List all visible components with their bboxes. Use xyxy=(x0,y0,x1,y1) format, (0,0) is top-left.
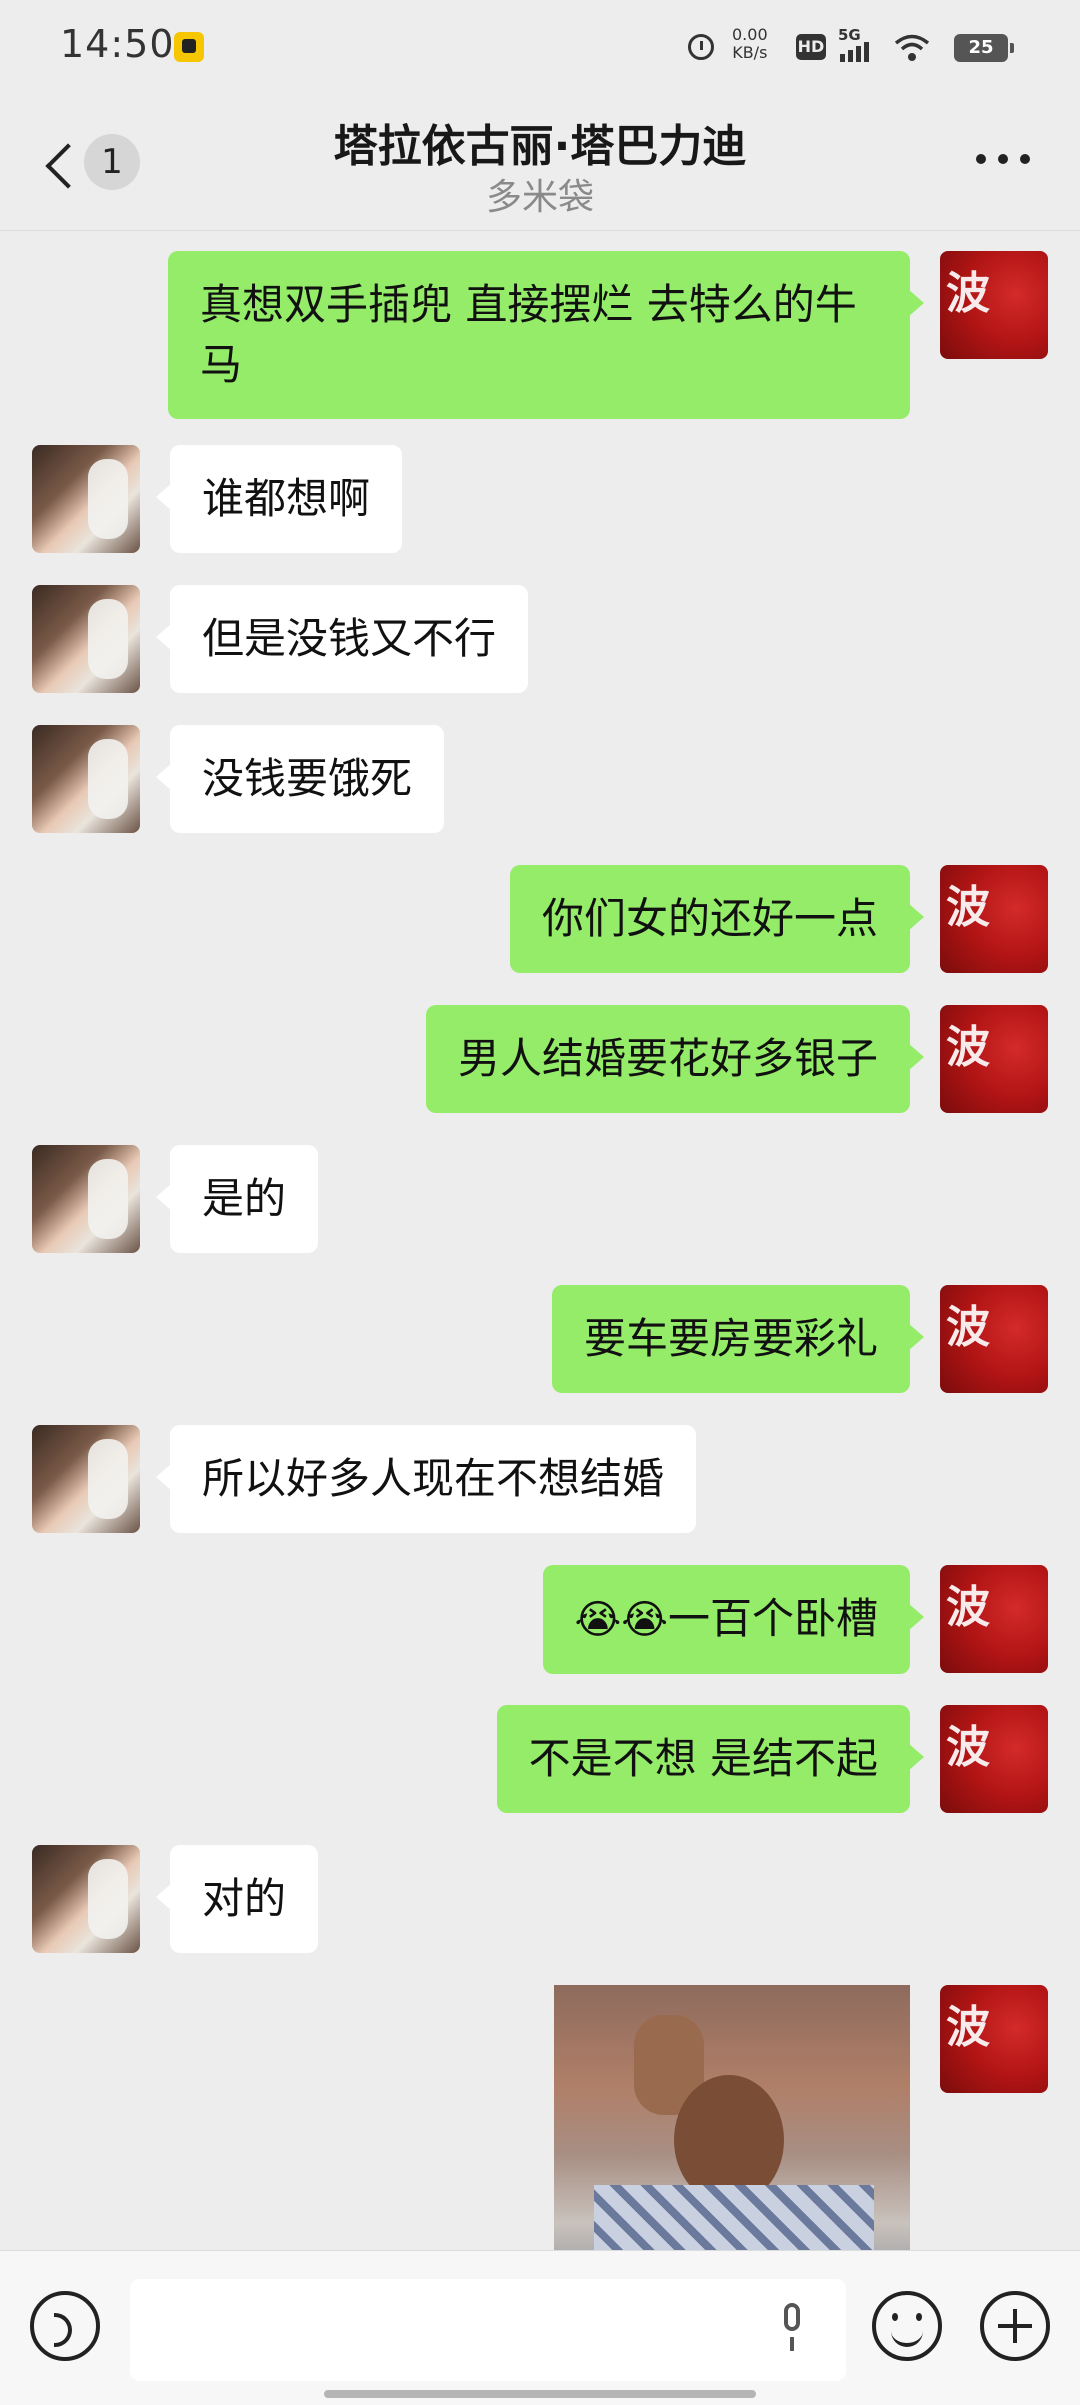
net-speed-value: 0.00 xyxy=(732,25,768,44)
self-avatar[interactable]: 波 xyxy=(940,251,1048,359)
chat-subtitle: 多米袋 xyxy=(485,177,594,218)
crying-laughing-emoji: 😭😭 xyxy=(574,1597,668,1643)
alarm-icon xyxy=(688,34,714,60)
message-bubble[interactable]: 对的 xyxy=(155,1845,319,1953)
hd-icon: HD xyxy=(796,34,826,60)
self-avatar[interactable]: 波 xyxy=(940,1005,1048,1113)
microphone-icon[interactable] xyxy=(778,2303,806,2359)
net-speed-unit: KB/s xyxy=(732,43,768,62)
message-bubble[interactable]: 不是不想 是结不起 xyxy=(496,1705,925,1813)
voice-toggle-button[interactable] xyxy=(30,2291,100,2361)
wifi-icon xyxy=(894,34,930,62)
message-bubble[interactable]: 是的 xyxy=(155,1145,319,1253)
message-bubble[interactable]: 要车要房要彩礼 xyxy=(551,1285,925,1393)
message-bubble[interactable]: 谁都想啊 xyxy=(155,445,403,553)
message-input[interactable] xyxy=(130,2279,846,2381)
contact-avatar[interactable] xyxy=(32,1845,140,1953)
contact-avatar[interactable] xyxy=(32,1145,140,1253)
message-bubble[interactable]: 没钱要饿死 xyxy=(155,725,445,833)
message-bubble[interactable]: 但是没钱又不行 xyxy=(155,585,529,693)
self-avatar[interactable]: 波 xyxy=(940,1985,1048,2093)
contact-avatar[interactable] xyxy=(32,725,140,833)
message-bubble[interactable]: 所以好多人现在不想结婚 xyxy=(155,1425,697,1533)
message-bubble[interactable]: 男人结婚要花好多银子 xyxy=(425,1005,925,1113)
more-functions-button[interactable] xyxy=(980,2291,1050,2361)
message-text: 一百个卧槽 xyxy=(667,1594,878,1643)
app-notification-icon xyxy=(174,32,204,62)
self-avatar[interactable]: 波 xyxy=(940,1565,1048,1673)
self-avatar[interactable]: 波 xyxy=(940,1705,1048,1813)
battery-icon: 25 xyxy=(954,34,1014,62)
signal-label: 5G xyxy=(838,26,861,44)
self-avatar[interactable]: 波 xyxy=(940,1285,1048,1393)
signal-icon: 5G xyxy=(838,26,878,66)
home-indicator[interactable] xyxy=(324,2390,756,2398)
input-bar xyxy=(0,2250,1080,2405)
net-speed: 0.00 KB/s xyxy=(732,26,768,62)
emoji-button[interactable] xyxy=(872,2291,942,2361)
chat-header: 1 塔拉依古丽·塔巴力迪 多米袋 xyxy=(0,96,1080,231)
message-list[interactable]: 真想双手插兜 直接摆烂 去特么的牛马 波 谁都想啊 但是没钱又不行 没钱要饿死 … xyxy=(0,231,1080,2251)
contact-avatar[interactable] xyxy=(32,585,140,693)
status-time: 14:50 xyxy=(60,22,175,66)
more-options-button[interactable] xyxy=(976,152,1032,168)
message-bubble[interactable]: 你们女的还好一点 xyxy=(509,865,925,973)
contact-avatar[interactable] xyxy=(32,445,140,553)
message-bubble[interactable]: 😭😭一百个卧槽 xyxy=(542,1565,924,1674)
self-avatar[interactable]: 波 xyxy=(940,865,1048,973)
chat-title: 塔拉依古丽·塔巴力迪 xyxy=(333,121,747,172)
message-bubble[interactable]: 真想双手插兜 直接摆烂 去特么的牛马 xyxy=(168,251,924,419)
status-bar: 14:50 0.00 KB/s HD 5G 25 xyxy=(0,0,1080,96)
contact-avatar[interactable] xyxy=(32,1425,140,1533)
sticker-image[interactable] xyxy=(554,1985,910,2251)
